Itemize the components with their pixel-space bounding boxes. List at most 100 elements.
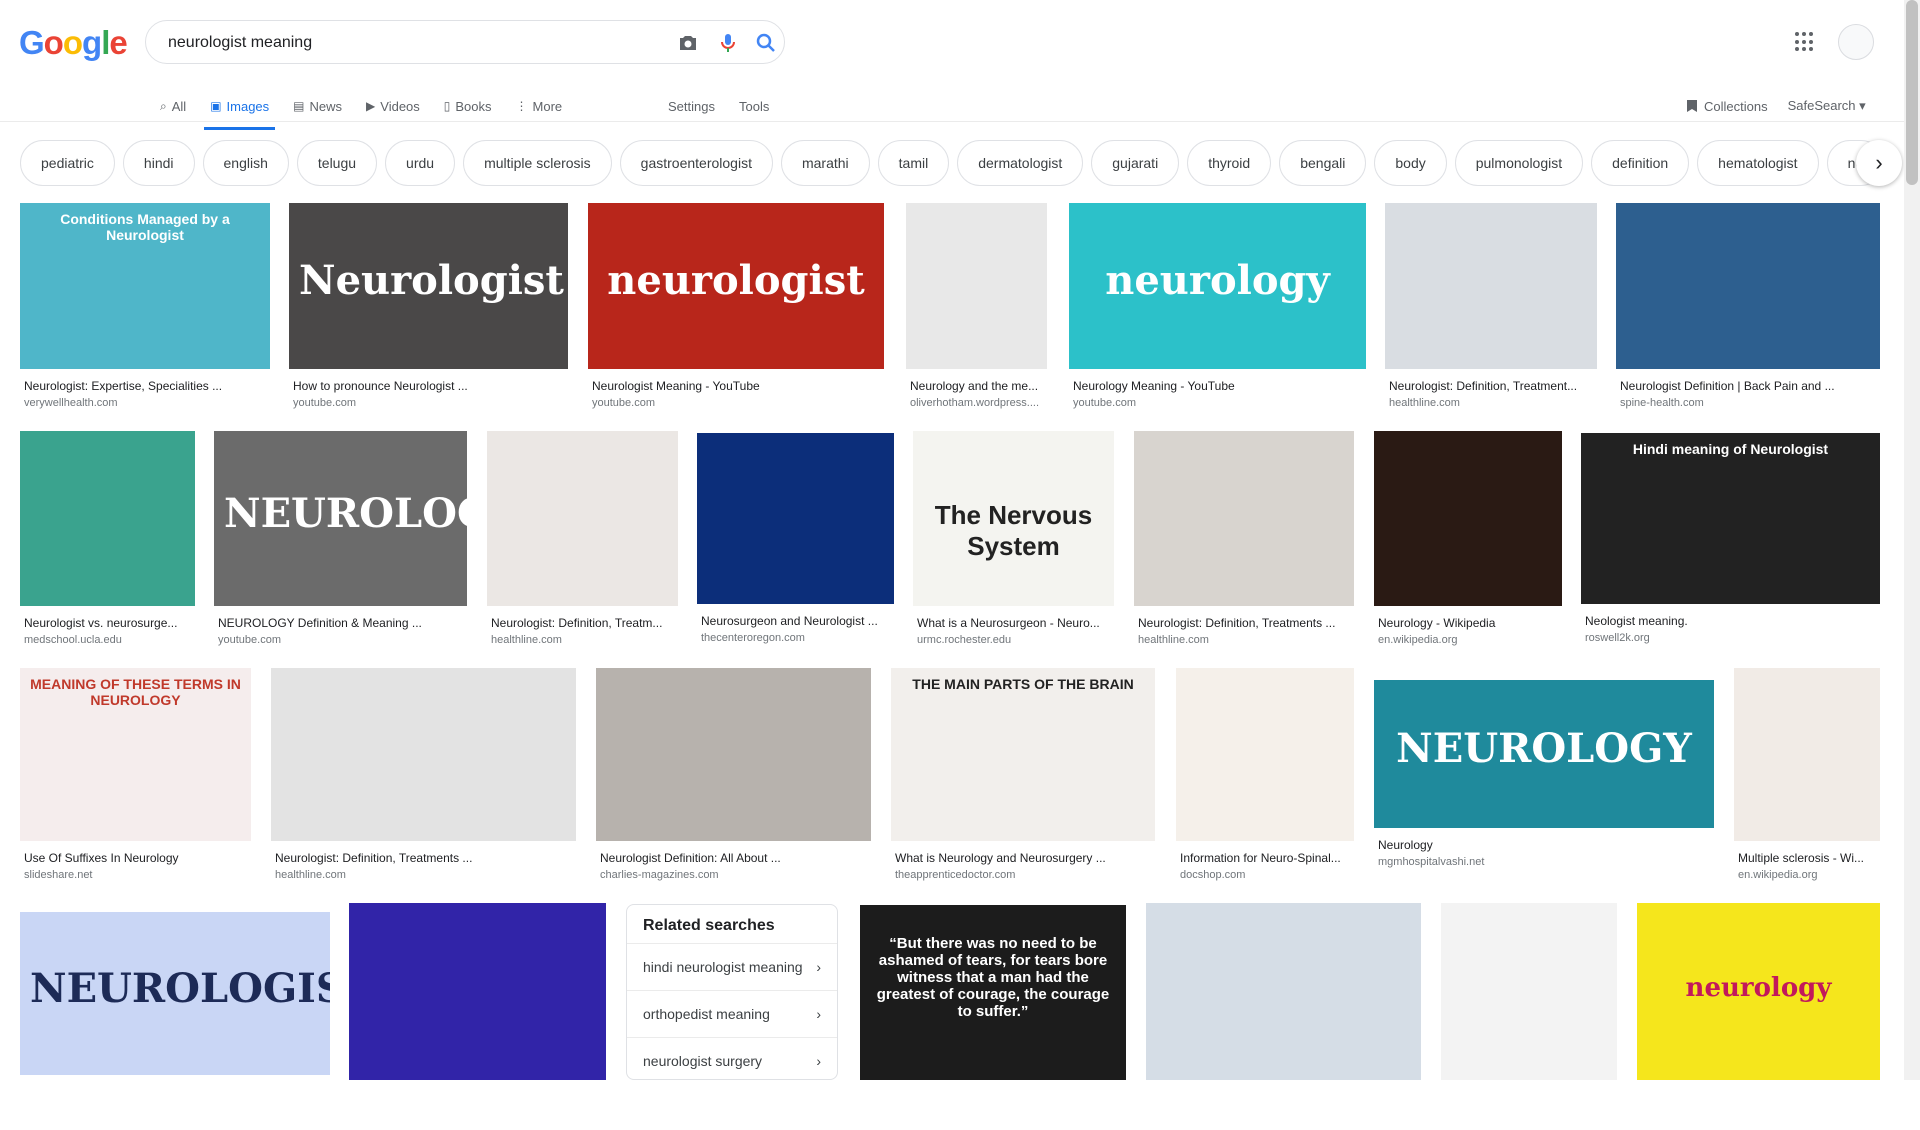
- result-thumbnail[interactable]: [697, 433, 894, 604]
- image-result[interactable]: Conditions Managed by a Neurologist Neuro…: [20, 203, 270, 419]
- chip[interactable]: thyroid: [1187, 140, 1272, 186]
- result-thumbnail[interactable]: [1146, 903, 1421, 1080]
- related-item[interactable]: orthopedist meaning ›: [627, 990, 837, 1037]
- result-source[interactable]: thecenteroregon.com: [701, 632, 892, 644]
- result-source[interactable]: verywellhealth.com: [24, 397, 268, 409]
- result-thumbnail[interactable]: [906, 203, 1047, 369]
- result-caption[interactable]: Neurologist Definition: All About ...: [600, 851, 869, 865]
- result-thumbnail[interactable]: [1176, 668, 1354, 841]
- result-caption[interactable]: Neurology - Wikipedia: [1378, 616, 1560, 630]
- scrollbar-thumb[interactable]: [1906, 0, 1918, 185]
- safesearch-dropdown[interactable]: SafeSearch ▾: [1788, 98, 1866, 114]
- result-source[interactable]: slideshare.net: [24, 869, 249, 881]
- result-thumbnail[interactable]: MEANING OF THESE TERMS IN NEUROLOGY: [20, 668, 251, 841]
- result-thumbnail[interactable]: NEUROLOGIST: [20, 912, 330, 1075]
- result-thumbnail[interactable]: [596, 668, 871, 841]
- image-result[interactable]: Neurologist Definition: All About ... cha…: [596, 668, 871, 891]
- chip[interactable]: multiple sclerosis: [463, 140, 612, 186]
- chip[interactable]: gujarati: [1091, 140, 1180, 186]
- result-thumbnail[interactable]: [20, 431, 195, 606]
- result-thumbnail[interactable]: NEUROLOGY: [1374, 680, 1714, 828]
- result-caption[interactable]: How to pronounce Neurologist ...: [293, 379, 566, 393]
- chip[interactable]: bengali: [1279, 140, 1367, 186]
- result-source[interactable]: en.wikipedia.org: [1738, 869, 1878, 881]
- result-source[interactable]: youtube.com: [218, 634, 465, 646]
- image-result[interactable]: Neurology - Wikipedia en.wikipedia.org: [1374, 431, 1562, 656]
- result-caption[interactable]: Neurologist: Definition, Treatments ...: [275, 851, 574, 865]
- tab-images[interactable]: ▣ Images: [204, 90, 276, 130]
- result-caption[interactable]: Neurosurgeon and Neurologist ...: [701, 614, 892, 628]
- result-source[interactable]: charlies-magazines.com: [600, 869, 869, 881]
- image-result[interactable]: neurology Neurology Meaning - YouTube yout…: [1069, 203, 1366, 419]
- image-result[interactable]: Neurosurgeon and Neurologist ... thecente…: [697, 433, 894, 654]
- result-source[interactable]: mgmhospitalvashi.net: [1378, 856, 1712, 868]
- image-result[interactable]: The Nervous System What is a Neurosurgeon…: [913, 431, 1114, 656]
- result-caption[interactable]: NEUROLOGY Definition & Meaning ...: [218, 616, 465, 630]
- result-source[interactable]: healthline.com: [491, 634, 676, 646]
- chip[interactable]: hematologist: [1697, 140, 1819, 186]
- tab-videos[interactable]: ▶ Videos: [366, 90, 420, 122]
- image-result[interactable]: neurologist Neurologist Meaning - YouTube…: [588, 203, 884, 419]
- result-caption[interactable]: Neurologist Definition | Back Pain and .…: [1620, 379, 1878, 393]
- image-result[interactable]: NEUROLOGY Neurology mgmhospitalvashi.net: [1374, 680, 1714, 878]
- related-item[interactable]: neurologist surgery ›: [627, 1037, 837, 1079]
- result-source[interactable]: healthline.com: [1389, 397, 1595, 409]
- result-caption[interactable]: Multiple sclerosis - Wi...: [1738, 851, 1878, 865]
- image-result[interactable]: Neurologist vs. neurosurge... medschool.u…: [20, 431, 195, 656]
- chip[interactable]: hindi: [122, 140, 195, 186]
- result-thumbnail[interactable]: [1734, 668, 1880, 841]
- result-source[interactable]: roswell2k.org: [1585, 632, 1878, 644]
- result-caption[interactable]: Neurologist: Definition, Treatm...: [491, 616, 676, 630]
- tab-books[interactable]: ▯ Books: [444, 90, 492, 122]
- image-result[interactable]: Hindi meaning of Neurologist Neologist me…: [1581, 433, 1880, 654]
- chip[interactable]: pediatric: [20, 140, 115, 186]
- chip[interactable]: body: [1374, 140, 1447, 186]
- chip[interactable]: marathi: [780, 140, 870, 186]
- result-source[interactable]: theapprenticedoctor.com: [895, 869, 1153, 881]
- image-result[interactable]: Neurology and the me... oliverhotham.word…: [906, 203, 1047, 419]
- result-source[interactable]: en.wikipedia.org: [1378, 634, 1560, 646]
- result-source[interactable]: youtube.com: [293, 397, 566, 409]
- tab-all[interactable]: ⌕ All: [160, 90, 186, 122]
- image-result[interactable]: Neurologist How to pronounce Neurologist …: [289, 203, 568, 419]
- image-result[interactable]: Multiple sclerosis - Wi... en.wikipedia.o…: [1734, 668, 1880, 891]
- result-caption[interactable]: Neurology Meaning - YouTube: [1073, 379, 1364, 393]
- result-caption[interactable]: Neurology: [1378, 838, 1712, 852]
- result-caption[interactable]: Use Of Suffixes In Neurology: [24, 851, 249, 865]
- image-result[interactable]: [349, 903, 606, 1130]
- tab-more[interactable]: ⋮ More: [516, 90, 563, 122]
- result-caption[interactable]: Neurologist: Expertise, Specialities ...: [24, 379, 268, 393]
- image-result[interactable]: MEANING OF THESE TERMS IN NEUROLOGY Use O…: [20, 668, 251, 891]
- chip[interactable]: tamil: [877, 140, 950, 186]
- image-result[interactable]: Information for Neuro-Spinal... docshop.c…: [1176, 668, 1354, 891]
- result-source[interactable]: youtube.com: [592, 397, 882, 409]
- result-thumbnail[interactable]: [349, 903, 606, 1080]
- result-caption[interactable]: Neurologist: Definition, Treatment...: [1389, 379, 1595, 393]
- tools-link[interactable]: Tools: [739, 99, 769, 114]
- result-thumbnail[interactable]: neurology: [1069, 203, 1366, 369]
- image-result[interactable]: Neurologist: Definition, Treatm... health…: [487, 431, 678, 656]
- result-caption[interactable]: What is a Neurosurgeon - Neuro...: [917, 616, 1112, 630]
- result-thumbnail[interactable]: [1374, 431, 1562, 606]
- related-item[interactable]: hindi neurologist meaning ›: [627, 943, 837, 990]
- image-result[interactable]: [1441, 903, 1617, 1130]
- result-caption[interactable]: Neurologist vs. neurosurge...: [24, 616, 193, 630]
- search-icon[interactable]: [754, 31, 778, 55]
- chip[interactable]: telugu: [296, 140, 378, 186]
- microphone-icon[interactable]: [716, 31, 740, 55]
- image-result[interactable]: THE MAIN PARTS OF THE BRAIN What is Neuro…: [891, 668, 1155, 891]
- image-result[interactable]: Neurologist: Definition, Treatments ... h…: [271, 668, 576, 891]
- google-logo[interactable]: Google: [19, 24, 128, 62]
- chevron-right-icon[interactable]: ›: [1856, 140, 1902, 186]
- apps-grid-icon[interactable]: [1795, 32, 1815, 52]
- chip[interactable]: pulmonologist: [1454, 140, 1584, 186]
- chip[interactable]: english: [202, 140, 289, 186]
- image-result[interactable]: NEUROLOGIST: [20, 912, 330, 1125]
- collections-link[interactable]: Collections: [1686, 99, 1768, 114]
- result-caption[interactable]: Neurology and the me...: [910, 379, 1045, 393]
- image-result[interactable]: Neurologist Definition | Back Pain and .…: [1616, 203, 1880, 419]
- result-thumbnail[interactable]: The Nervous System: [913, 431, 1114, 606]
- result-caption[interactable]: Neologist meaning.: [1585, 614, 1878, 628]
- result-thumbnail[interactable]: Hindi meaning of Neurologist: [1581, 433, 1880, 604]
- result-source[interactable]: healthline.com: [275, 869, 574, 881]
